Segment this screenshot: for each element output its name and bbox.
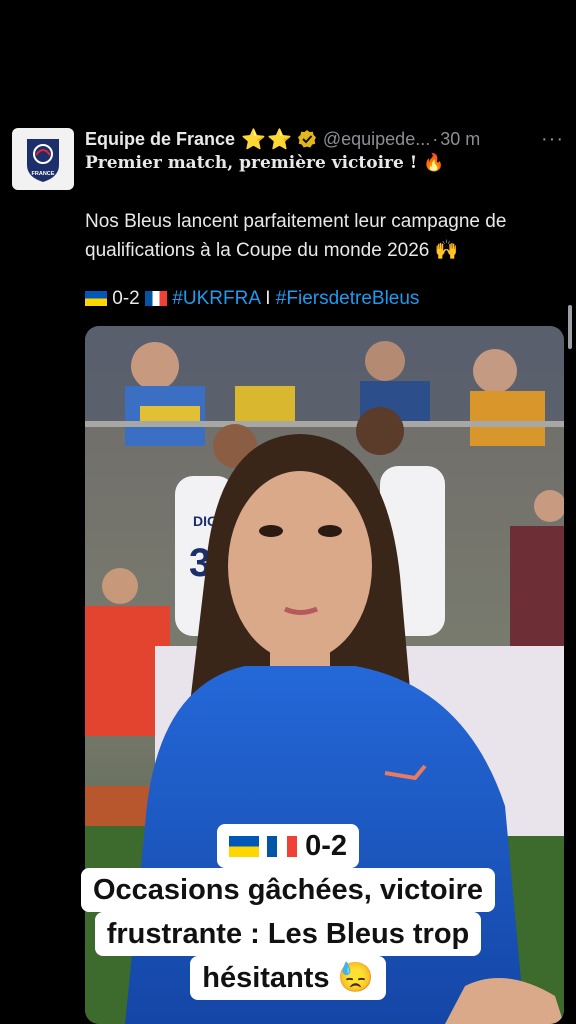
tweet: FRANCE Equipe de France ⭐⭐ @equipede... … (0, 0, 576, 1024)
tweet-body-line: qualifications à la Coupe du monde 2026 … (85, 240, 459, 261)
stars-emoji: ⭐⭐ (241, 128, 293, 151)
tweet-score-line: 0-2 #UKRFRA I #FiersdetreBleus (85, 288, 419, 310)
hashtag-divider: I (265, 288, 271, 309)
caption-score: 0-2 (305, 830, 348, 862)
caption-line: Occasions gâchées, victoire (80, 868, 496, 912)
avatar[interactable]: FRANCE (12, 128, 74, 190)
more-options-icon[interactable]: ··· (541, 128, 564, 151)
caption-line: frustrante : Les Bleus trop (94, 912, 482, 956)
caption-score-line: 0-2 (216, 824, 360, 868)
caption-row: 0-2 (0, 824, 576, 868)
fff-crest-icon: FRANCE (27, 139, 59, 182)
timestamp[interactable]: 30 m (440, 129, 480, 150)
france-flag-icon (267, 836, 298, 857)
hashtag-ukrfra[interactable]: #UKRFRA (172, 288, 260, 309)
caption-row: hésitants 😓 (0, 956, 576, 1000)
author-handle[interactable]: @equipede... (323, 129, 430, 150)
france-flag-icon (145, 291, 168, 306)
tweet-headline: Premier match, première victoire ! 🔥 (85, 153, 445, 173)
caption-row: frustrante : Les Bleus trop (0, 912, 576, 956)
time-separator: · (432, 128, 439, 149)
caption-row: Occasions gâchées, victoire (0, 868, 576, 912)
verified-badge-icon (297, 130, 316, 148)
ukraine-flag-icon (228, 836, 259, 857)
tweet-body: Nos Bleus lancent parfaitement leur camp… (85, 207, 565, 265)
hashtag-fiers[interactable]: #FiersdetreBleus (276, 288, 420, 309)
tweet-body-line: Nos Bleus lancent parfaitement leur camp… (85, 211, 507, 232)
caption-line: hésitants 😓 (190, 956, 386, 1000)
ukraine-flag-icon (85, 291, 107, 306)
tweet-score: 0-2 (112, 288, 140, 309)
author-name[interactable]: Equipe de France (85, 129, 235, 150)
tweet-header: Equipe de France ⭐⭐ @equipede... · 30 m (85, 126, 565, 152)
video-captions: 0-2 Occasions gâchées, victoire frustran… (0, 824, 576, 1000)
avatar-label: FRANCE (32, 171, 55, 177)
scrollbar[interactable] (568, 305, 572, 349)
